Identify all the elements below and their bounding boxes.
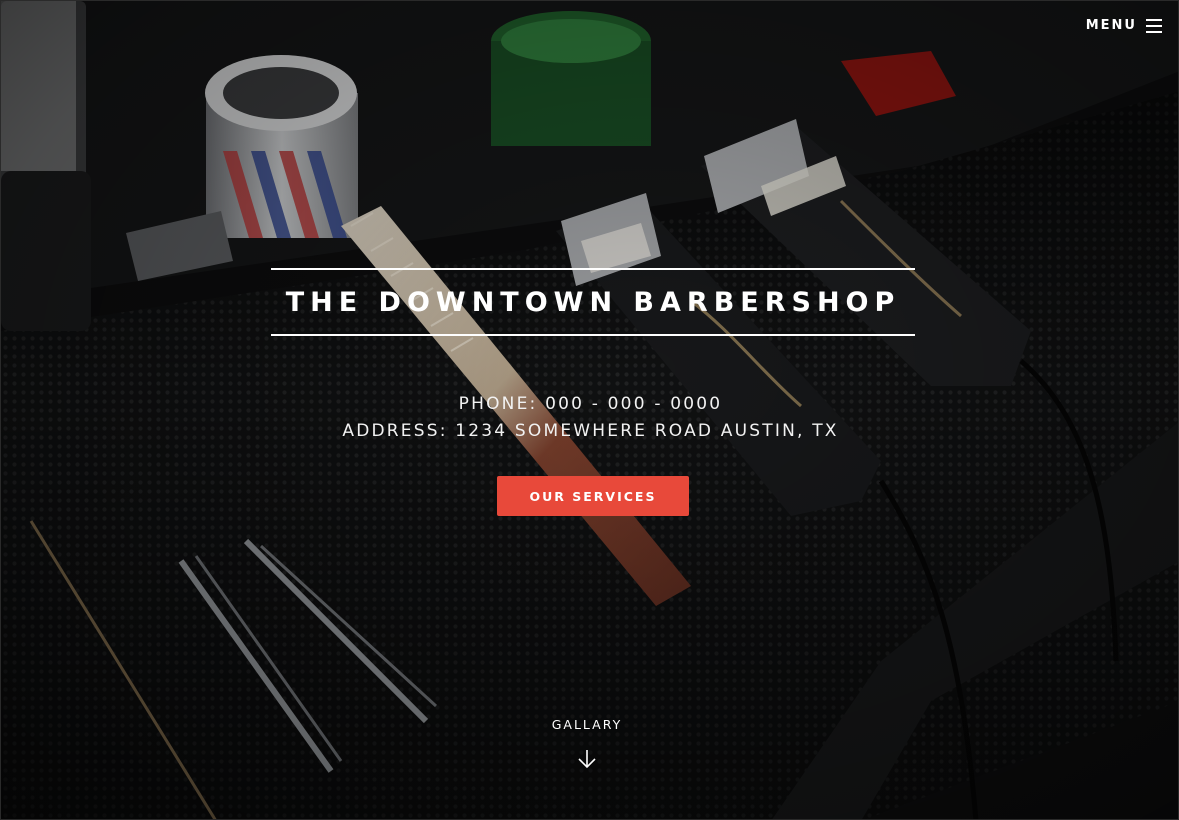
arrow-down-icon[interactable] bbox=[576, 748, 598, 770]
menu-label: MENU bbox=[1085, 18, 1137, 33]
gallery-label: GALLARY bbox=[551, 717, 623, 732]
page-title: THE DOWNTOWN BARBERSHOP bbox=[285, 286, 901, 318]
our-services-button[interactable]: OUR SERVICES bbox=[497, 476, 689, 516]
hamburger-icon[interactable] bbox=[1146, 18, 1162, 33]
address-text: ADDRESS: 1234 SOMEWHERE ROAD AUSTIN, TX bbox=[342, 421, 839, 441]
hero-section: MENU THE DOWNTOWN BARBERSHOP PHONE: 000 … bbox=[0, 0, 1179, 820]
gallery-scroll-link[interactable]: GALLARY bbox=[547, 717, 627, 770]
menu-button[interactable]: MENU bbox=[1086, 18, 1162, 33]
phone-text: PHONE: 000 - 000 - 0000 bbox=[458, 394, 723, 414]
brand-title-block: THE DOWNTOWN BARBERSHOP bbox=[271, 268, 915, 336]
